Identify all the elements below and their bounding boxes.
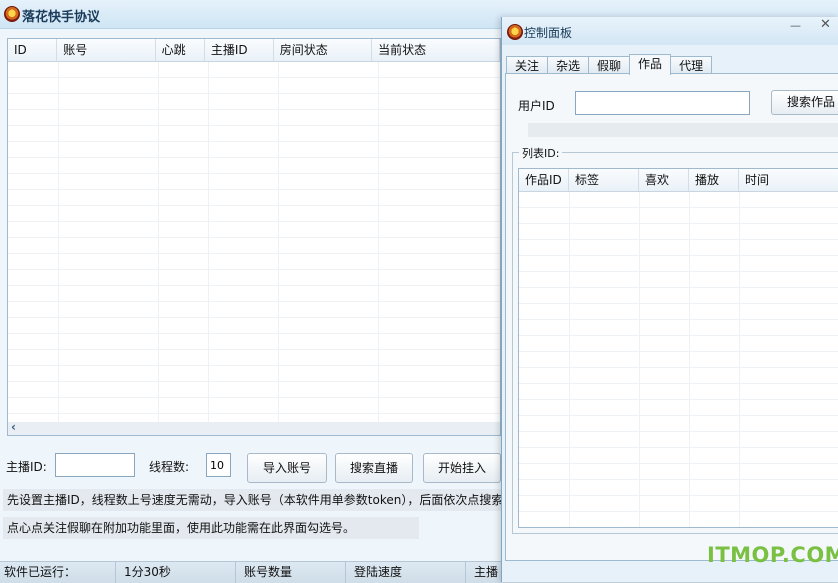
column-header-tag[interactable]: 标签 xyxy=(569,169,639,191)
status-account-count: 账号数量 xyxy=(236,562,346,583)
anchor-id-label: 主播ID: xyxy=(6,460,47,474)
column-header-current-status[interactable]: 当前状态 xyxy=(372,39,500,61)
search-live-button[interactable]: 搜索直播 xyxy=(335,453,413,483)
column-header-account[interactable]: 账号 xyxy=(57,39,156,61)
minimize-icon[interactable]: — xyxy=(790,19,801,32)
import-accounts-button[interactable]: 导入账号 xyxy=(247,453,327,483)
control-panel-logo-icon xyxy=(507,24,523,40)
column-header-likes[interactable]: 喜欢 xyxy=(639,169,689,191)
tab-works[interactable]: 作品 xyxy=(629,54,672,75)
column-divider xyxy=(639,192,640,527)
works-table-header: 作品ID 标签 喜欢 播放 时间 xyxy=(519,169,838,192)
column-header-heartbeat[interactable]: 心跳 xyxy=(156,39,205,61)
column-divider xyxy=(739,192,740,527)
progress-area xyxy=(528,123,838,137)
threads-input[interactable] xyxy=(206,453,231,477)
threads-label: 线程数: xyxy=(149,460,190,474)
watermark: ITMOP.COM xyxy=(707,543,838,567)
table-header: ID 账号 心跳 主播ID 房间状态 当前状态 xyxy=(8,39,500,62)
column-header-work-id[interactable]: 作品ID xyxy=(519,169,569,191)
works-row-gridlines xyxy=(519,192,838,527)
control-panel-window: 控制面板 — ✕ 关注 杂选 假聊 作品 代理 用户ID 搜索作品 列表ID: … xyxy=(501,17,838,582)
close-icon[interactable]: ✕ xyxy=(820,17,831,32)
control-panel-titlebar[interactable]: 控制面板 xyxy=(502,17,838,45)
column-divider xyxy=(569,192,570,527)
app-logo-icon xyxy=(4,6,20,22)
status-login-speed: 登陆速度 xyxy=(346,562,466,583)
column-header-room-status[interactable]: 房间状态 xyxy=(274,39,373,61)
table-body xyxy=(8,62,500,423)
column-divider xyxy=(378,62,379,423)
accounts-table[interactable]: ID 账号 心跳 主播ID 房间状态 当前状态 xyxy=(7,38,501,424)
column-header-id[interactable]: ID xyxy=(8,39,58,61)
column-divider xyxy=(208,62,209,423)
horizontal-scrollbar[interactable]: ‹ xyxy=(7,420,501,436)
column-divider xyxy=(689,192,690,527)
control-panel-title: 控制面板 xyxy=(524,26,573,40)
instructions-line-1: 先设置主播ID，线程数上号速度无需动，导入账号（本软件用单参数token），后面… xyxy=(3,489,503,511)
works-table[interactable]: 作品ID 标签 喜欢 播放 时间 xyxy=(518,168,838,528)
list-id-group-label: 列表ID: xyxy=(519,145,563,161)
column-divider xyxy=(58,62,59,423)
anchor-id-input[interactable] xyxy=(55,453,135,477)
user-id-label: 用户ID xyxy=(518,99,555,113)
instructions-line-2: 点心点关注假聊在附加功能里面，使用此功能需在此界面勾选号。 xyxy=(3,517,419,539)
column-header-plays[interactable]: 播放 xyxy=(689,169,739,191)
column-header-time[interactable]: 时间 xyxy=(739,169,838,191)
column-divider xyxy=(278,62,279,423)
status-anchor: 主播 xyxy=(474,565,499,579)
search-works-button[interactable]: 搜索作品 xyxy=(771,90,838,115)
column-header-anchor-id[interactable]: 主播ID xyxy=(205,39,274,61)
user-id-input[interactable] xyxy=(575,91,750,115)
window-title: 落花快手协议 xyxy=(22,10,101,25)
scroll-left-icon[interactable]: ‹ xyxy=(11,420,16,434)
status-running-label: 软件已运行： xyxy=(0,562,116,583)
table-row-gridlines xyxy=(8,62,500,423)
works-table-body xyxy=(519,192,838,527)
status-running-time: 1分30秒 xyxy=(116,562,236,583)
column-divider xyxy=(158,62,159,423)
start-join-button[interactable]: 开始挂入 xyxy=(423,453,501,483)
